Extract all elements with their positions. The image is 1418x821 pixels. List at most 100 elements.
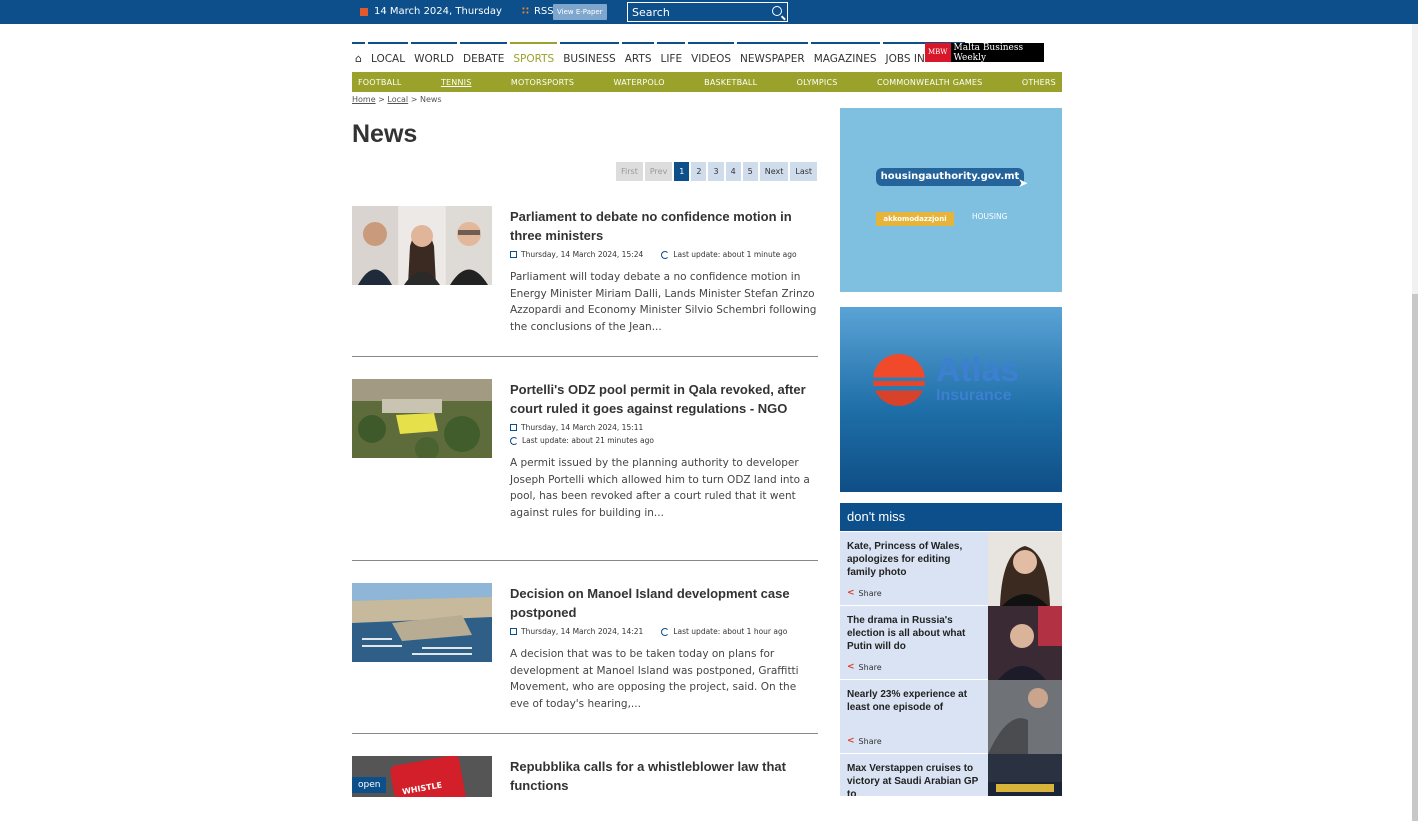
pager-page-4[interactable]: 4	[725, 162, 741, 181]
nav-videos[interactable]: VIDEOS	[688, 42, 735, 66]
subnav-motorsports[interactable]: MOTORSPORTS	[511, 78, 574, 87]
article-thumbnail[interactable]	[352, 583, 492, 662]
article-update-text: Last update: about 1 minute ago	[673, 250, 797, 259]
dont-miss-title[interactable]: The drama in Russia's election is all ab…	[847, 614, 979, 653]
article-title[interactable]: Portelli's ODZ pool permit in Qala revok…	[510, 382, 806, 416]
article-summary: A permit issued by the planning authorit…	[510, 457, 810, 519]
article-title[interactable]: Repubblika calls for a whistleblower law…	[510, 759, 786, 793]
pager-page-5[interactable]: 5	[742, 162, 758, 181]
subnav-tennis[interactable]: TENNIS	[441, 78, 472, 87]
calendar-icon	[360, 7, 368, 16]
dont-miss-item[interactable]: Max Verstappen cruises to victory at Sau…	[840, 754, 1062, 797]
dont-miss-item[interactable]: Kate, Princess of Wales, apologizes for …	[840, 532, 1062, 606]
search-icon[interactable]	[772, 6, 782, 16]
mbw-name: Malta Business Weekly	[953, 42, 1024, 63]
nav-newspaper[interactable]: NEWSPAPER	[737, 42, 808, 66]
calendar-icon	[510, 424, 517, 431]
atlas-wordmark: Atlas	[936, 351, 1020, 389]
housing-authority-ad[interactable]: housingauthority.gov.mt ➤ akkomodazzjoni…	[840, 108, 1062, 292]
refresh-icon	[510, 436, 518, 445]
article-meta: Thursday, 14 March 2024, 14:21 Last upda…	[510, 627, 818, 636]
refresh-icon	[661, 627, 670, 636]
dont-miss-thumbnail	[988, 532, 1062, 606]
breadcrumb-current: News	[419, 95, 442, 104]
dont-miss-title[interactable]: Max Verstappen cruises to victory at Sau…	[847, 762, 979, 796]
article-date: Thursday, 14 March 2024, 15:24	[510, 250, 643, 259]
dont-miss-item[interactable]: Nearly 23% experience at least one episo…	[840, 680, 1062, 754]
subnav-olympics[interactable]: OLYMPICS	[797, 78, 838, 87]
article-body: Decision on Manoel Island development ca…	[510, 583, 818, 712]
article-update: Last update: about 1 hour ago	[661, 627, 787, 636]
subnav-waterpolo[interactable]: WATERPOLO	[614, 78, 665, 87]
malta-business-weekly-logo[interactable]: MBW Malta Business Weekly	[925, 42, 1044, 63]
scrollbar-thumb[interactable]	[1412, 294, 1418, 821]
refresh-icon	[661, 250, 670, 259]
nav-world[interactable]: WORLD	[411, 42, 457, 66]
current-date: 14 March 2024, Thursday	[360, 6, 502, 17]
home-icon[interactable]: ⌂	[352, 42, 365, 66]
nav-sports[interactable]: SPORTS	[510, 42, 558, 66]
sports-subnav: FOOTBALL TENNIS MOTORSPORTS WATERPOLO BA…	[352, 72, 1062, 92]
share-label: Share	[858, 588, 882, 598]
pager-page-3[interactable]: 3	[708, 162, 724, 181]
pager-page-2[interactable]: 2	[691, 162, 707, 181]
pager-next[interactable]: Next	[759, 162, 789, 181]
dont-miss-title[interactable]: Nearly 23% experience at least one episo…	[847, 688, 979, 714]
article-update: Last update: about 1 minute ago	[661, 250, 797, 259]
article-body: Repubblika calls for a whistleblower law…	[510, 756, 818, 794]
article-date: Thursday, 14 March 2024, 15:11	[510, 423, 818, 432]
rss-label: RSS	[533, 6, 554, 17]
share-button[interactable]: < Share	[847, 588, 882, 598]
nav-local[interactable]: LOCAL	[367, 42, 409, 66]
article-thumbnail[interactable]: open WHISTLE	[352, 756, 492, 797]
pager-last[interactable]: Last	[790, 162, 818, 181]
atlas-sun-logo	[873, 354, 925, 406]
nav-business[interactable]: BUSINESS	[560, 42, 619, 66]
article-date-text: Thursday, 14 March 2024, 15:24	[521, 250, 644, 259]
calendar-icon	[510, 628, 517, 635]
share-icon: <	[847, 662, 855, 672]
article-divider	[352, 560, 818, 561]
manoel-island-photo	[352, 583, 492, 662]
nav-debate[interactable]: DEBATE	[459, 42, 508, 66]
nav-arts[interactable]: ARTS	[621, 42, 655, 66]
share-button[interactable]: < Share	[847, 662, 882, 672]
rss-link[interactable]: ∷ RSS	[522, 6, 554, 17]
breadcrumb-sep: >	[378, 95, 385, 104]
search-input[interactable]	[628, 5, 766, 19]
article-divider	[352, 356, 818, 357]
share-label: Share	[858, 662, 882, 672]
dont-miss-thumbnail	[988, 680, 1062, 754]
pagination: First Prev 1 2 3 4 5 Next Last	[616, 162, 818, 181]
atlas-insurance-ad[interactable]: Atlas Insurance	[840, 307, 1062, 492]
subnav-basketball[interactable]: BASKETBALL	[704, 78, 757, 87]
breadcrumb-home[interactable]: Home	[352, 95, 376, 104]
article-thumbnail[interactable]	[352, 206, 492, 285]
nav-life[interactable]: LIFE	[657, 42, 686, 66]
pager-page-1[interactable]: 1	[674, 162, 690, 181]
dont-miss-item[interactable]: The drama in Russia's election is all ab…	[840, 606, 1062, 680]
article-thumbnail[interactable]	[352, 379, 492, 458]
article-title[interactable]: Parliament to debate no confidence motio…	[510, 209, 792, 243]
atlas-subtitle: Insurance	[936, 387, 1012, 404]
subnav-commonwealth[interactable]: COMMONWEALTH GAMES	[877, 78, 983, 87]
article-summary: A decision that was to be taken today on…	[510, 648, 799, 710]
pager-prev[interactable]: Prev	[644, 162, 673, 181]
subnav-others[interactable]: OTHERS	[1022, 78, 1056, 87]
pager-first[interactable]: First	[616, 162, 643, 181]
nav-magazines[interactable]: MAGAZINES	[810, 42, 880, 66]
article-title[interactable]: Decision on Manoel Island development ca…	[510, 586, 790, 620]
epaper-button[interactable]: View E-Paper	[553, 4, 607, 20]
subnav-football[interactable]: FOOTBALL	[358, 78, 402, 87]
page-title: News	[352, 120, 418, 148]
dont-miss-title[interactable]: Kate, Princess of Wales, apologizes for …	[847, 540, 979, 579]
rss-icon: ∷	[522, 6, 529, 17]
scrollbar[interactable]	[1412, 24, 1418, 821]
housing-ad-button: akkomodazzjoni	[876, 212, 954, 226]
article-body: Portelli's ODZ pool permit in Qala revok…	[510, 379, 818, 521]
article-update-text: Last update: about 1 hour ago	[673, 627, 788, 636]
breadcrumb-local[interactable]: Local	[387, 95, 408, 104]
share-icon: <	[847, 588, 855, 598]
share-button[interactable]: < Share	[847, 736, 882, 746]
dont-miss-thumbnail	[988, 606, 1062, 680]
